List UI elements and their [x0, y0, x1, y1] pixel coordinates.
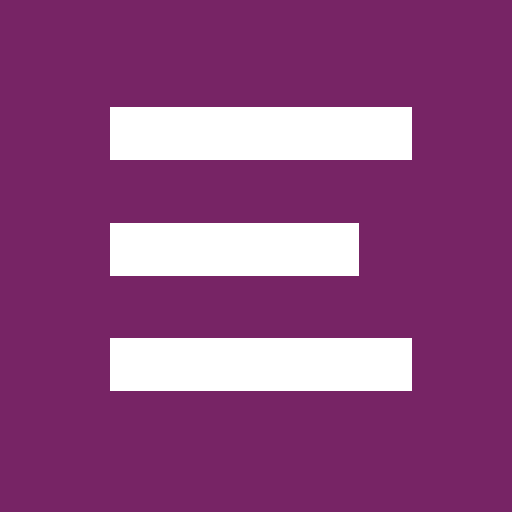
menu-bar-top — [110, 107, 412, 160]
menu-bar-bottom — [110, 338, 412, 391]
menu-bar-middle — [110, 223, 359, 276]
app-icon-tile — [0, 0, 512, 512]
